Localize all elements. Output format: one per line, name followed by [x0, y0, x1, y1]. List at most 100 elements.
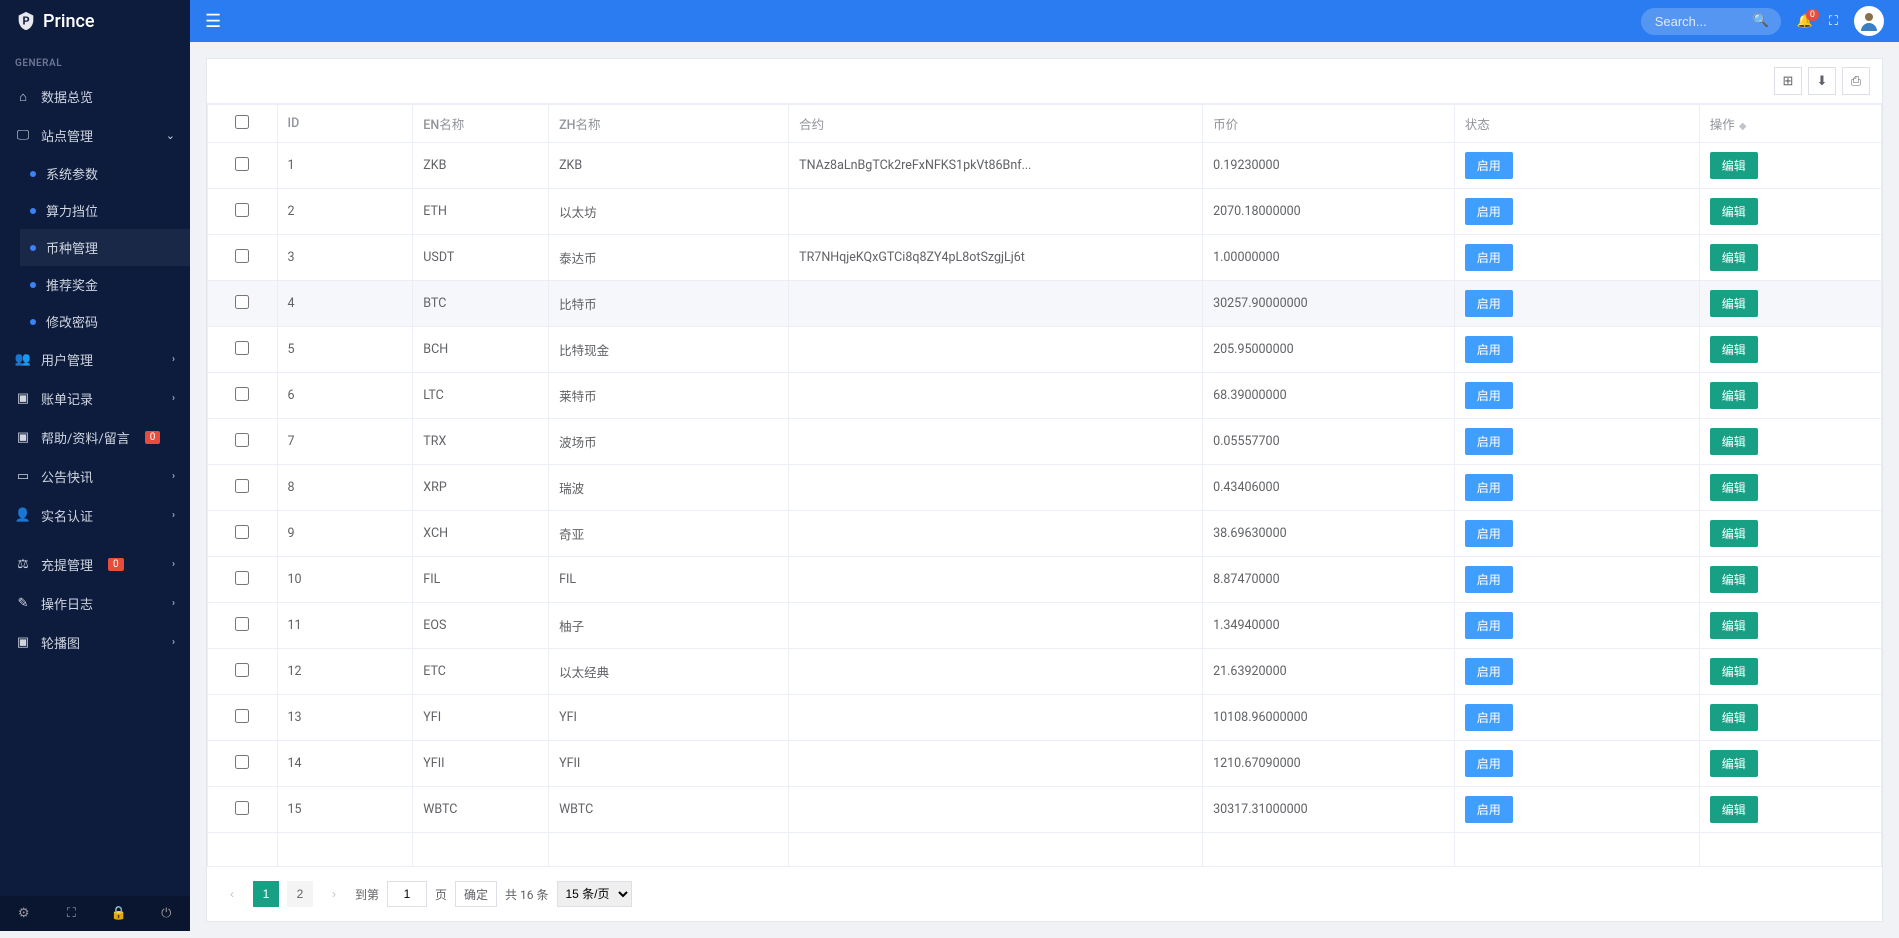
cell-en: XCH — [413, 511, 549, 557]
header-action[interactable]: 操作◆ — [1699, 105, 1881, 143]
print-icon[interactable]: ⎙ — [1842, 67, 1870, 95]
columns-icon[interactable]: ⊞ — [1774, 67, 1802, 95]
row-checkbox[interactable] — [235, 617, 249, 631]
edit-button[interactable]: 编辑 — [1710, 336, 1758, 363]
expand-icon[interactable]: ⛶ — [48, 896, 96, 931]
nav-bill-record[interactable]: ▣ 账单记录 › — [0, 379, 190, 418]
search-box: 🔍 — [1641, 8, 1781, 35]
edit-button[interactable]: 编辑 — [1710, 428, 1758, 455]
goto-page-input[interactable] — [387, 881, 427, 907]
select-all-checkbox[interactable] — [235, 115, 249, 129]
edit-button[interactable]: 编辑 — [1710, 290, 1758, 317]
nav-announce[interactable]: ▭ 公告快讯 › — [0, 457, 190, 496]
search-icon[interactable]: 🔍 — [1753, 14, 1769, 29]
cell-zh: FIL — [549, 557, 789, 603]
edit-button[interactable]: 编辑 — [1710, 612, 1758, 639]
header-contract[interactable]: 合约 — [789, 105, 1203, 143]
row-checkbox[interactable] — [235, 709, 249, 723]
nav-label: 站点管理 — [41, 126, 93, 145]
per-page-select[interactable]: 15 条/页 — [557, 881, 632, 907]
edit-button[interactable]: 编辑 — [1710, 704, 1758, 731]
status-button[interactable]: 启用 — [1465, 382, 1513, 409]
logo[interactable]: P Prince — [0, 0, 190, 42]
nav-dashboard[interactable]: ⌂ 数据总览 — [0, 77, 190, 116]
nav-referral[interactable]: 推荐奖金 — [20, 266, 190, 303]
edit-button[interactable]: 编辑 — [1710, 382, 1758, 409]
nav-label: 推荐奖金 — [46, 275, 98, 294]
row-checkbox[interactable] — [235, 755, 249, 769]
row-checkbox[interactable] — [235, 157, 249, 171]
nav-carousel[interactable]: ▣ 轮播图 › — [0, 623, 190, 662]
edit-button[interactable]: 编辑 — [1710, 750, 1758, 777]
edit-button[interactable]: 编辑 — [1710, 520, 1758, 547]
status-button[interactable]: 启用 — [1465, 704, 1513, 731]
row-checkbox[interactable] — [235, 479, 249, 493]
row-checkbox[interactable] — [235, 203, 249, 217]
nav-sys-params[interactable]: 系统参数 — [20, 155, 190, 192]
row-checkbox[interactable] — [235, 249, 249, 263]
row-checkbox[interactable] — [235, 295, 249, 309]
table-row: 6 LTC 莱特币 68.39000000 启用 编辑 — [208, 373, 1882, 419]
nav-op-log[interactable]: ✎ 操作日志 › — [0, 584, 190, 623]
cell-price: 30317.31000000 — [1203, 787, 1455, 833]
nav-help-msg[interactable]: ▣ 帮助/资料/留言 0 — [0, 418, 190, 457]
page-1-button[interactable]: 1 — [253, 881, 279, 907]
header-id[interactable]: ID — [277, 105, 413, 143]
row-checkbox[interactable] — [235, 663, 249, 677]
nav-realname[interactable]: 👤 实名认证 › — [0, 496, 190, 535]
edit-button[interactable]: 编辑 — [1710, 796, 1758, 823]
status-button[interactable]: 启用 — [1465, 198, 1513, 225]
status-button[interactable]: 启用 — [1465, 750, 1513, 777]
cell-en: YFI — [413, 695, 549, 741]
edit-button[interactable]: 编辑 — [1710, 152, 1758, 179]
nav-change-pwd[interactable]: 修改密码 — [20, 303, 190, 340]
status-button[interactable]: 启用 — [1465, 336, 1513, 363]
page-2-button[interactable]: 2 — [287, 881, 313, 907]
avatar[interactable] — [1854, 6, 1884, 36]
row-checkbox[interactable] — [235, 433, 249, 447]
nav-coin-mgmt[interactable]: 币种管理 — [20, 229, 190, 266]
power-icon[interactable]: ⏻ — [143, 896, 191, 931]
badge: 0 — [145, 431, 161, 444]
status-button[interactable]: 启用 — [1465, 290, 1513, 317]
status-button[interactable]: 启用 — [1465, 612, 1513, 639]
edit-button[interactable]: 编辑 — [1710, 244, 1758, 271]
row-checkbox[interactable] — [235, 341, 249, 355]
status-button[interactable]: 启用 — [1465, 658, 1513, 685]
next-page-button[interactable]: › — [321, 881, 347, 907]
nav-user-mgmt[interactable]: 👥 用户管理 › — [0, 340, 190, 379]
status-button[interactable]: 启用 — [1465, 152, 1513, 179]
edit-button[interactable]: 编辑 — [1710, 474, 1758, 501]
header-price[interactable]: 币价 — [1203, 105, 1455, 143]
row-checkbox[interactable] — [235, 571, 249, 585]
status-button[interactable]: 启用 — [1465, 428, 1513, 455]
header-status[interactable]: 状态 — [1454, 105, 1699, 143]
status-button[interactable]: 启用 — [1465, 796, 1513, 823]
cell-price: 1210.67090000 — [1203, 741, 1455, 787]
gear-icon[interactable]: ⚙ — [0, 896, 48, 931]
row-checkbox[interactable] — [235, 801, 249, 815]
cell-id: 6 — [277, 373, 413, 419]
status-button[interactable]: 启用 — [1465, 244, 1513, 271]
nav-site-mgmt[interactable]: 🖵 站点管理 ⌄ — [0, 116, 190, 155]
notification-bell[interactable]: 🔔 0 — [1797, 14, 1813, 29]
fullscreen-icon[interactable]: ⛶ — [1829, 14, 1838, 29]
edit-button[interactable]: 编辑 — [1710, 198, 1758, 225]
row-checkbox[interactable] — [235, 525, 249, 539]
header-en[interactable]: EN名称 — [413, 105, 549, 143]
goto-confirm-button[interactable]: 确定 — [455, 881, 497, 907]
status-button[interactable]: 启用 — [1465, 474, 1513, 501]
edit-button[interactable]: 编辑 — [1710, 658, 1758, 685]
export-icon[interactable]: ⬇ — [1808, 67, 1836, 95]
lock-icon[interactable]: 🔒 — [95, 896, 143, 931]
status-button[interactable]: 启用 — [1465, 520, 1513, 547]
edit-button[interactable]: 编辑 — [1710, 566, 1758, 593]
row-checkbox[interactable] — [235, 387, 249, 401]
header-zh[interactable]: ZH名称 — [549, 105, 789, 143]
prev-page-button[interactable]: ‹ — [219, 881, 245, 907]
nav-power-level[interactable]: 算力挡位 — [20, 192, 190, 229]
cell-contract — [789, 189, 1203, 235]
hamburger-icon[interactable]: ☰ — [205, 11, 221, 32]
status-button[interactable]: 启用 — [1465, 566, 1513, 593]
nav-withdraw[interactable]: ⚖ 充提管理 0 › — [0, 545, 190, 584]
